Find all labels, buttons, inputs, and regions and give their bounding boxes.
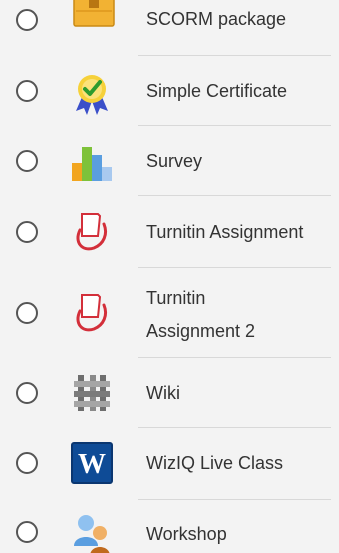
radio-button[interactable] (16, 521, 38, 543)
activity-label: Simple Certificate (146, 81, 288, 101)
radio-button[interactable] (16, 9, 38, 31)
activity-label: Survey (146, 151, 203, 171)
radio-button[interactable] (16, 221, 38, 243)
activity-option-wiki[interactable]: Wiki (0, 358, 339, 428)
radio-button[interactable] (16, 382, 38, 404)
scorm-package-icon (73, 0, 115, 27)
radio-button[interactable] (16, 80, 38, 102)
activity-label: SCORM package (146, 9, 287, 29)
activity-option-workshop[interactable]: Workshop (0, 500, 339, 553)
activity-option-simple-certificate[interactable]: Simple Certificate (0, 56, 339, 126)
activity-option-scorm-package[interactable]: SCORM package (0, 0, 339, 56)
wiki-icon (74, 375, 110, 411)
bar-chart-icon (72, 147, 112, 181)
activity-label: Workshop (146, 524, 227, 544)
activity-chooser-list: SCORM package Simple Certificate Survey (0, 0, 339, 553)
workshop-icon (74, 515, 110, 553)
activity-option-turnitin-assignment[interactable]: Turnitin Assignment (0, 196, 339, 268)
activity-label: Turnitin Assignment 2 (146, 282, 316, 348)
certificate-ribbon-icon (76, 75, 108, 115)
radio-button[interactable] (16, 452, 38, 474)
activity-option-survey[interactable]: Survey (0, 126, 339, 196)
turnitin-icon (76, 213, 108, 251)
radio-button[interactable] (16, 150, 38, 172)
activity-label: Wiki (146, 383, 180, 403)
activity-option-turnitin-assignment-2[interactable]: Turnitin Assignment 2 (0, 268, 339, 358)
activity-label-line-2: Assignment 2 (146, 321, 256, 341)
turnitin-icon (76, 294, 108, 332)
activity-label: Turnitin Assignment (146, 222, 304, 242)
activity-label: WizIQ Live Class (146, 453, 284, 473)
radio-button[interactable] (16, 302, 38, 324)
svg-text:W: W (78, 449, 106, 480)
activity-label-line-1: Turnitin (146, 288, 206, 308)
wiziq-icon: W (71, 442, 113, 484)
activity-option-wiziq-live-class[interactable]: W WizIQ Live Class (0, 428, 339, 500)
